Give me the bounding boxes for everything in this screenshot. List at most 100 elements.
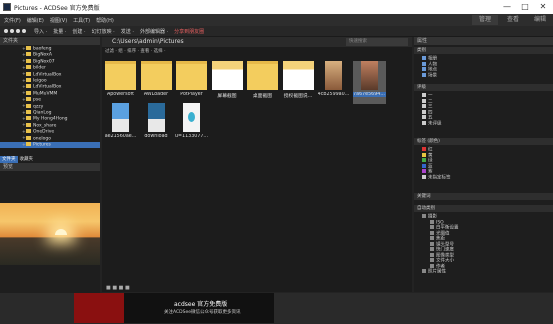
thumbnail-item[interactable]: 7a67e5694... — [352, 61, 386, 104]
folder-thumbnail-icon — [140, 61, 172, 90]
toolbar-slideshow[interactable]: 幻灯放映 · — [92, 28, 115, 35]
toolbar-external-editor[interactable]: 外部编辑器 · — [140, 28, 168, 35]
section-header[interactable]: 标签 (颜色) — [414, 138, 553, 145]
item-icon — [422, 61, 426, 66]
item-icon — [422, 147, 426, 151]
menu-bar: 文件(F) 编辑(E) 视图(V) 工具(T) 帮助(H) — [0, 14, 553, 26]
mode-manage[interactable]: 管理 — [472, 15, 498, 25]
menu-tools[interactable]: 工具(T) — [73, 17, 90, 24]
image-thumbnail — [325, 61, 342, 90]
properties-panel-title: 属性 — [414, 37, 553, 45]
left-tabs: 文件夹 收藏夹 — [0, 156, 100, 163]
item-icon — [430, 230, 434, 235]
tree-item-label: MuMuVMM — [33, 91, 58, 97]
mode-view[interactable]: 查看 — [500, 15, 526, 25]
thumbnail-label: PotPlayer — [180, 92, 203, 97]
thumbnail-item[interactable]: AWLoader — [140, 61, 173, 104]
tree-item[interactable]: + Pictures — [0, 142, 100, 149]
nav-home-icon[interactable] — [22, 29, 26, 33]
folder-icon — [26, 71, 31, 76]
advert-subtitle: 关注ACDSee微信公众号获取更多资讯 — [164, 310, 241, 315]
folder-icon — [26, 84, 31, 89]
tab-folders[interactable]: 文件夹 — [0, 156, 18, 163]
item-icon — [422, 72, 426, 77]
item-icon — [422, 104, 426, 108]
toolbar-create[interactable]: 创建 · — [72, 28, 85, 35]
minimize-button[interactable]: — — [500, 1, 514, 12]
folder-icon — [26, 58, 31, 63]
item-icon — [430, 247, 434, 251]
tree-item-label: baofeng — [33, 46, 52, 52]
folder-icon — [26, 103, 31, 108]
menu-edit[interactable]: 编辑(E) — [27, 17, 44, 24]
window-title: Pictures - ACDSee 官方免费版 — [14, 4, 100, 12]
view-mode-icons[interactable]: ■ ■ ■ ■ — [106, 285, 130, 291]
toolbar-send[interactable]: 发送 · — [121, 28, 134, 35]
tree-item-label: Nox_share — [33, 123, 57, 129]
panel-item[interactable]: 未指定标签 — [422, 174, 451, 181]
section-header[interactable]: 评级 — [414, 84, 553, 91]
folder-icon — [26, 129, 31, 134]
thumbnail-item[interactable]: 4cb2599a0... — [317, 61, 350, 104]
tree-item-label: QianLog — [33, 110, 52, 116]
item-icon — [422, 169, 426, 173]
quick-search-input[interactable]: 快速搜索 — [346, 38, 408, 46]
section-header[interactable]: 类别 — [414, 47, 553, 54]
tree-item-label: LdVirtualBox — [33, 72, 62, 78]
thumbnail-item[interactable]: 屏幕截图 — [211, 61, 244, 104]
properties-panel: 属性 类别 相册 人物 地点 场景 评级一二三四五未评级 标签 (颜色) 红黄绿蓝紫未指定标签… — [414, 37, 553, 292]
filter-bar[interactable]: 过滤 · 组 · 排序 · 查看 · 选择 · — [102, 48, 412, 56]
folder-icon — [26, 122, 31, 127]
item-icon — [430, 241, 434, 246]
mode-edit[interactable]: 编辑 — [527, 15, 553, 25]
thumbnail-item[interactable]: download — [140, 103, 173, 146]
tree-item-label: bilder — [33, 65, 46, 71]
folder-icon — [26, 46, 31, 50]
thumbnail-item[interactable]: u=1133077... — [175, 103, 208, 146]
menu-view[interactable]: 视图(V) — [50, 17, 67, 24]
tree-item-label: qzzy — [33, 104, 44, 110]
item-icon — [422, 214, 426, 218]
nav-up-icon[interactable] — [16, 29, 20, 33]
item-icon — [422, 56, 426, 60]
item-icon — [422, 98, 426, 103]
folder-icon — [26, 65, 31, 70]
item-icon — [430, 258, 434, 262]
advert-banner[interactable]: acdsee 官方免费版 关注ACDSee微信公众号获取更多资讯 — [74, 293, 274, 323]
thumbnail-label: Apowersoft — [106, 92, 135, 97]
toolbar-share-moments[interactable]: 分享到朋友圈 — [174, 28, 204, 35]
nav-forward-icon[interactable] — [10, 29, 14, 33]
tree-item-label: onelogo — [33, 136, 51, 142]
menu-file[interactable]: 文件(F) — [4, 17, 21, 24]
path-text: C:\Users\admin\Pictures — [112, 38, 184, 45]
tree-item-label: pse — [33, 97, 41, 103]
folder-icon — [26, 97, 31, 102]
image-thumbnail — [112, 103, 129, 132]
maximize-button[interactable]: □ — [518, 1, 532, 12]
section-header[interactable]: 自动类别 — [414, 205, 553, 212]
image-thumbnail — [360, 61, 378, 90]
thumbnail-label: AWLoader — [143, 92, 169, 97]
panel-item[interactable]: 未评级 — [422, 120, 442, 127]
toolbar-batch[interactable]: 批量 · — [53, 28, 66, 35]
tab-favorites[interactable]: 收藏夹 — [18, 156, 36, 163]
thumbnail-label: 7a67e5694... — [352, 92, 386, 97]
tree-item-label: Pictures — [33, 142, 51, 148]
folder-thumbnail-icon — [176, 61, 207, 90]
nav-back-icon[interactable] — [4, 29, 8, 33]
thumbnail-item[interactable]: ae21560ae... — [104, 103, 137, 146]
close-button[interactable]: ✕ — [536, 1, 550, 12]
item-icon — [422, 67, 426, 71]
thumbnail-item[interactable]: 授权截图说... — [282, 61, 315, 104]
thumbnail-item[interactable]: PotPlayer — [175, 61, 208, 104]
panel-item[interactable]: 场景 — [422, 72, 437, 79]
toolbar-import[interactable]: 导入 · — [34, 28, 47, 35]
tree-item-label: My Hong4Hong — [33, 116, 68, 122]
thumbnail-item[interactable]: 桌面截图 — [246, 61, 279, 104]
section-header[interactable]: 关键词 — [414, 193, 553, 200]
panel-item[interactable]: 照片属性 — [422, 269, 446, 275]
menu-help[interactable]: 帮助(H) — [96, 17, 114, 24]
folder-icon — [26, 52, 31, 57]
thumbnail-item[interactable]: Apowersoft — [104, 61, 137, 104]
folder-icon — [26, 110, 31, 114]
